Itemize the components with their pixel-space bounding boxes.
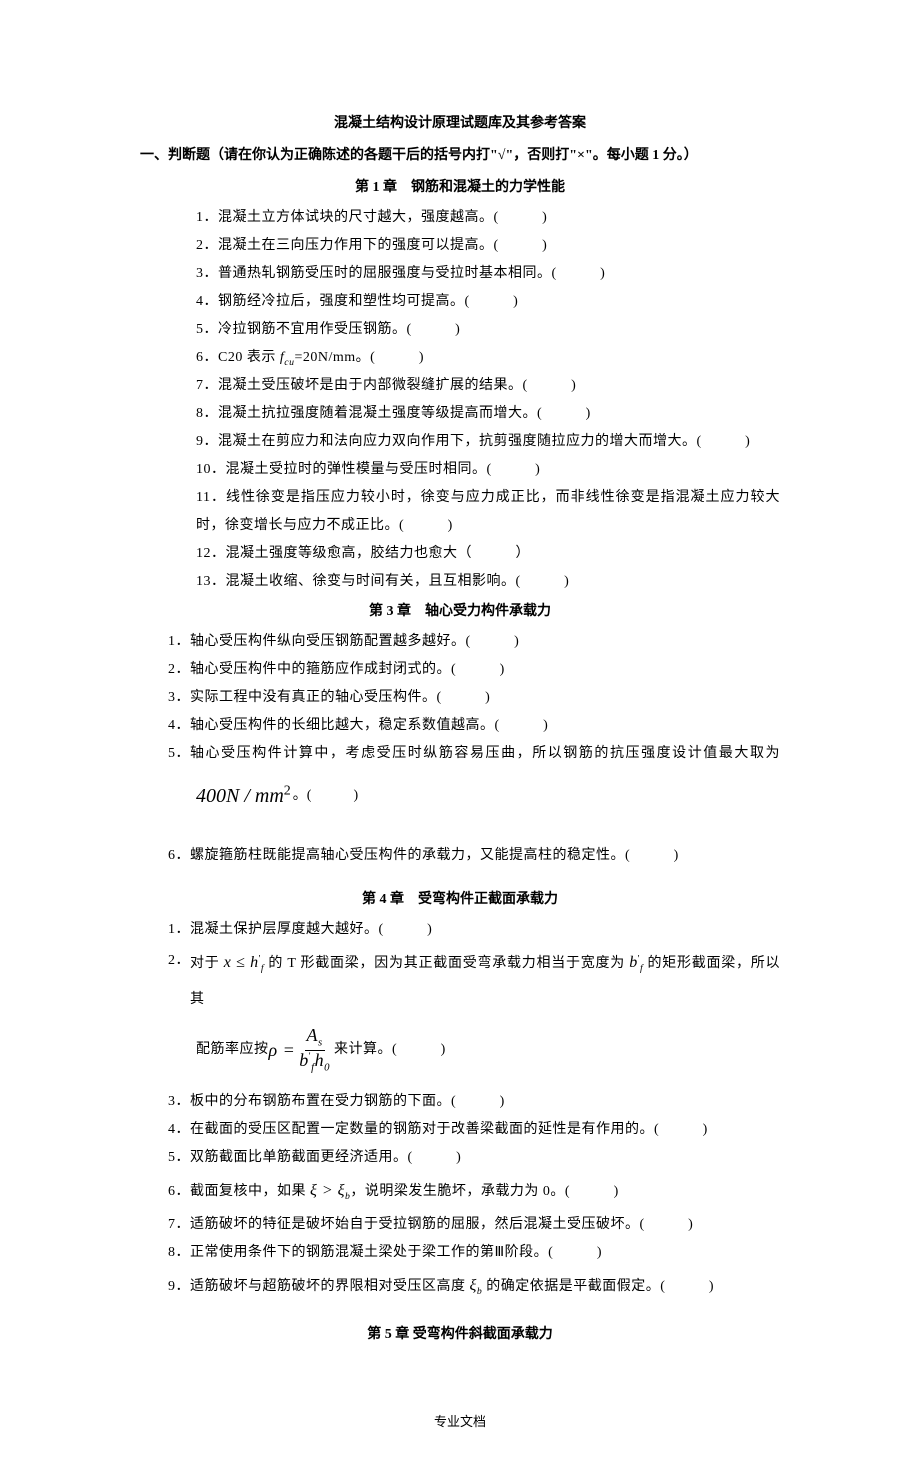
document-title: 混凝土结构设计原理试题库及其参考答案: [140, 110, 780, 138]
chapter-4-heading: 第 4 章 受弯构件正截面承载力: [140, 886, 780, 914]
c4-q5: 5．双筋截面比单筋截面更经济适用。( ): [168, 1144, 780, 1172]
c4-q3: 3．板中的分布钢筋布置在受力钢筋的下面。( ): [168, 1088, 780, 1116]
fraction-As-bfh0: As b'fh0: [297, 1026, 332, 1074]
text: 混凝土保护层厚度越大越好。( ): [190, 922, 432, 937]
section-instruction: 一、判断题（请在你认为正确陈述的各题干后的括号内打"√"，否则打"×"。每小题 …: [140, 142, 780, 170]
label: 3．: [168, 1094, 190, 1109]
text-d: 配筋率应按: [196, 1036, 269, 1064]
text: 轴心受压构件中的箍筋应作成封闭式的。( ): [190, 662, 505, 677]
label: 4．: [168, 1122, 190, 1137]
c3-q3: 3．实际工程中没有真正的轴心受压构件。( ): [168, 684, 780, 712]
text-a: 适筋破坏与超筋破坏的界限相对受压区高度: [190, 1279, 470, 1294]
c1-q1: 1．混凝土立方体试块的尺寸越大，强度越高。( ): [196, 204, 780, 232]
c3-q6: 6．螺旋箍筋柱既能提高轴心受压构件的承载力，又能提高柱的稳定性。( ): [168, 842, 780, 870]
text: 在截面的受压区配置一定数量的钢筋对于改善梁截面的延性是有作用的。( ): [190, 1122, 708, 1137]
label: 5．: [168, 740, 190, 768]
c1-q6-text-a: 6．C20 表示: [196, 350, 280, 365]
c3-q4: 4．轴心受压构件的长细比越大，稳定系数值越高。( ): [168, 712, 780, 740]
label: 7．: [168, 1217, 190, 1232]
c1-q6-sub: cu: [284, 357, 294, 368]
text: 正常使用条件下的钢筋混凝土梁处于梁工作的第Ⅲ阶段。( ): [190, 1245, 602, 1260]
c1-q10: 10．混凝土受拉时的弹性模量与受压时相同。( ): [196, 456, 780, 484]
rho: ρ =: [269, 1032, 296, 1068]
c4-q8: 8．正常使用条件下的钢筋混凝土梁处于梁工作的第Ⅲ阶段。( ): [168, 1239, 780, 1267]
label: 5．: [168, 1150, 190, 1165]
chapter-3-questions: 1．轴心受压构件纵向受压钢筋配置越多越好。( ) 2．轴心受压构件中的箍筋应作成…: [140, 628, 780, 870]
label: 9．: [168, 1279, 190, 1294]
c1-q6: 6．C20 表示 fcu=20N/mm。( ): [196, 344, 780, 372]
text: 轴心受压构件纵向受压钢筋配置越多越好。( ): [190, 634, 519, 649]
page-footer: 专业文档: [140, 1409, 780, 1435]
c1-q2: 2．混凝土在三向压力作用下的强度可以提高。( ): [196, 232, 780, 260]
text-b: ，说明梁发生脆坏，承载力为 0。( ): [350, 1184, 618, 1199]
c4-q6: 6．截面复核中，如果 ξ > ξb，说明梁发生脆坏，承载力为 0。( ): [168, 1172, 780, 1210]
chapter-1-heading: 第 1 章 钢筋和混凝土的力学性能: [140, 174, 780, 202]
label: 2．: [168, 944, 190, 1016]
c1-q7: 7．混凝土受压破坏是由于内部微裂缝扩展的结果。( ): [196, 372, 780, 400]
text-a: 截面复核中，如果: [190, 1184, 310, 1199]
chapter-1-questions: 1．混凝土立方体试块的尺寸越大，强度越高。( ) 2．混凝土在三向压力作用下的强…: [140, 204, 780, 596]
label: 4．: [168, 718, 190, 733]
label: 1．: [168, 634, 190, 649]
chapter-4-questions: 1．混凝土保护层厚度越大越好。( ) 2． 对于 x ≤ h'f 的 T 形截面…: [140, 916, 780, 1305]
xi-b: ξ: [470, 1277, 477, 1294]
c1-q13: 13．混凝土收缩、徐变与时间有关，且互相影响。( ): [196, 568, 780, 596]
c1-q9: 9．混凝土在剪应力和法向应力双向作用下，抗剪强度随拉应力的增大而增大。( ): [196, 428, 780, 456]
c1-q3: 3．普通热轧钢筋受压时的屈服强度与受拉时基本相同。( ): [196, 260, 780, 288]
c3-q2: 2．轴心受压构件中的箍筋应作成封闭式的。( ): [168, 656, 780, 684]
c3-q5-line1: 5． 轴心受压构件计算中，考虑受压时纵筋容易压曲，所以钢筋的抗压强度设计值最大取…: [168, 740, 780, 768]
c1-q11: 11．线性徐变是指压应力较小时，徐变与应力成正比，而非线性徐变是指混凝土应力较大…: [196, 484, 780, 540]
text: 适筋破坏的特征是破坏始自于受拉钢筋的屈服，然后混凝土受压破坏。( ): [190, 1217, 693, 1232]
c1-q4: 4．钢筋经冷拉后，强度和塑性均可提高。( ): [196, 288, 780, 316]
text: 板中的分布钢筋布置在受力钢筋的下面。( ): [190, 1094, 505, 1109]
c4-q7: 7．适筋破坏的特征是破坏始自于受拉钢筋的屈服，然后混凝土受压破坏。( ): [168, 1211, 780, 1239]
c1-q5: 5．冷拉钢筋不宜用作受压钢筋。( ): [196, 316, 780, 344]
text: 。( ): [293, 782, 358, 810]
c4-q2-line2: 配筋率应按 ρ = As b'fh0 来计算。( ): [168, 1026, 780, 1074]
label: 1．: [168, 922, 190, 937]
text-b: 的确定依据是平截面假定。( ): [482, 1279, 714, 1294]
c3-q5-formula: 400N / mm2 。( ): [168, 776, 780, 816]
chapter-5-heading: 第 5 章 受弯构件斜截面承载力: [140, 1321, 780, 1349]
text-e: 来计算。( ): [334, 1036, 446, 1064]
text: 双筋截面比单筋截面更经济适用。( ): [190, 1150, 461, 1165]
text: 实际工程中没有真正的轴心受压构件。( ): [190, 690, 490, 705]
c4-q1: 1．混凝土保护层厚度越大越好。( ): [168, 916, 780, 944]
c4-q9: 9．适筋破坏与超筋破坏的界限相对受压区高度 ξb 的确定依据是平截面假定。( ): [168, 1267, 780, 1305]
formula-400n-mm2: 400N / mm2: [196, 776, 291, 816]
label: 3．: [168, 690, 190, 705]
label: 6．: [168, 1184, 190, 1199]
label: 2．: [168, 662, 190, 677]
text: 轴心受压构件的长细比越大，稳定系数值越高。( ): [190, 718, 548, 733]
c4-q4: 4．在截面的受压区配置一定数量的钢筋对于改善梁截面的延性是有作用的。( ): [168, 1116, 780, 1144]
text: 轴心受压构件计算中，考虑受压时纵筋容易压曲，所以钢筋的抗压强度设计值最大取为: [190, 740, 780, 768]
chapter-3-heading: 第 3 章 轴心受力构件承载力: [140, 598, 780, 626]
label: 8．: [168, 1245, 190, 1260]
xi: ξ > ξ: [310, 1182, 345, 1199]
c4-q2-line1: 2． 对于 x ≤ h'f 的 T 形截面梁，因为其正截面受弯承载力相当于宽度为…: [168, 944, 780, 1016]
c1-q12: 12．混凝土强度等级愈高，胶结力也愈大（ ）: [196, 540, 780, 568]
c3-q1: 1．轴心受压构件纵向受压钢筋配置越多越好。( ): [168, 628, 780, 656]
c1-q8: 8．混凝土抗拉强度随着混凝土强度等级提高而增大。( ): [196, 400, 780, 428]
c1-q6-text-b: =20N/mm。( ): [294, 350, 424, 365]
text: 对于 x ≤ h'f 的 T 形截面梁，因为其正截面受弯承载力相当于宽度为 b'…: [190, 944, 780, 1016]
